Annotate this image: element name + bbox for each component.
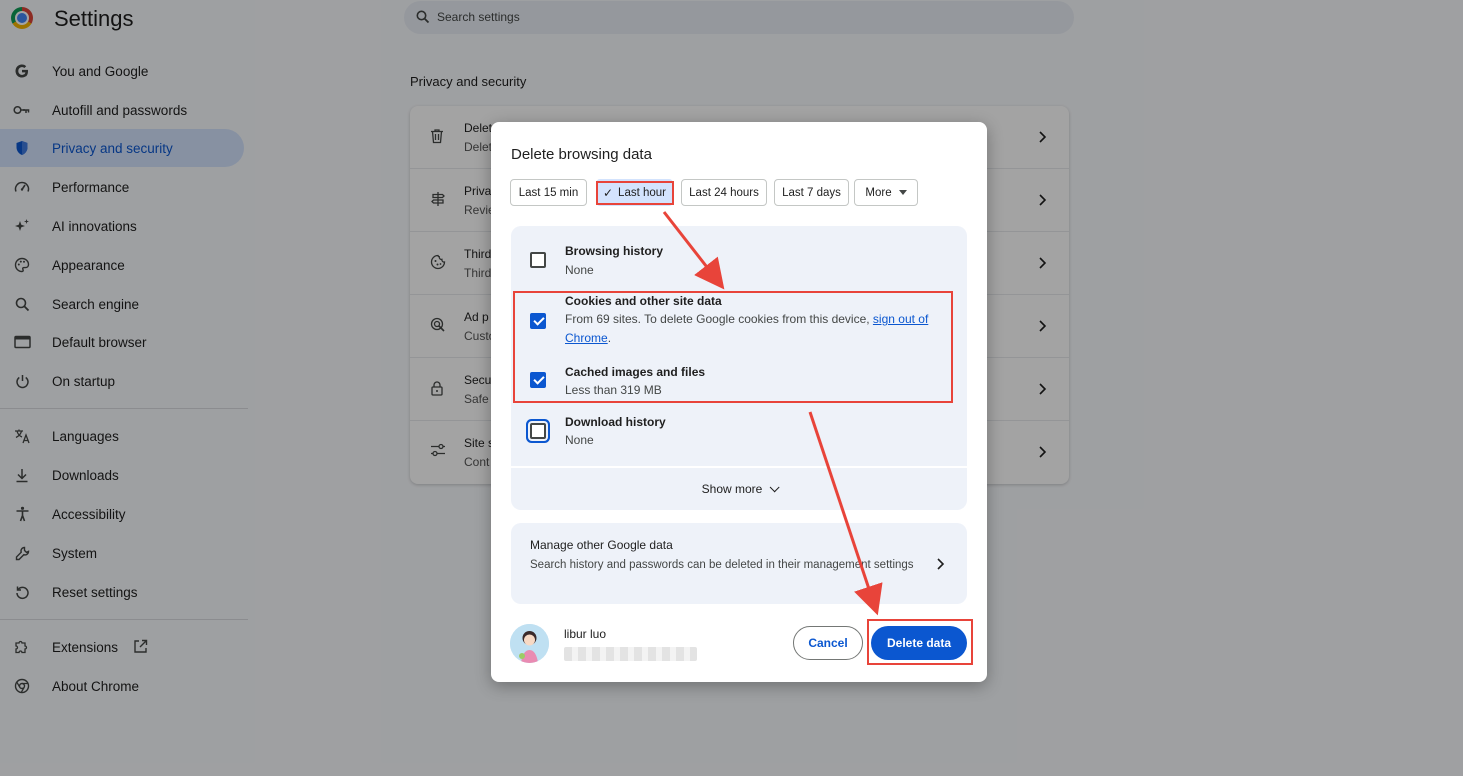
chip-last-hour[interactable]: ✓ Last hour (596, 179, 673, 206)
cookies-desc-suffix: . (607, 331, 612, 345)
account-info: libur luo (510, 622, 750, 666)
cached-images-checkbox[interactable] (530, 372, 546, 388)
cookies-checkbox[interactable] (530, 313, 546, 329)
option-desc: From 69 sites. To delete Google cookies … (565, 310, 950, 348)
avatar (510, 624, 549, 663)
account-email-redacted (564, 647, 697, 661)
manage-title: Manage other Google data (530, 538, 673, 552)
delete-data-button[interactable]: Delete data (871, 626, 967, 660)
option-desc: Less than 319 MB (565, 383, 662, 397)
option-title: Browsing history (565, 244, 664, 258)
browsing-history-checkbox[interactable] (530, 252, 546, 268)
chip-last-15-min[interactable]: Last 15 min (510, 179, 587, 206)
delete-browsing-data-dialog: Delete browsing data Last 15 min ✓ Last h… (491, 122, 987, 682)
chip-last-24-hours[interactable]: Last 24 hours (681, 179, 767, 206)
data-type-list: Browsing history None Cookies and other … (511, 226, 967, 466)
option-title: Cookies and other site data (565, 294, 722, 308)
option-desc: None (565, 433, 594, 447)
chip-label: Last hour (618, 186, 666, 199)
chip-last-7-days[interactable]: Last 7 days (774, 179, 849, 206)
manage-desc: Search history and passwords can be dele… (530, 559, 914, 571)
option-title: Download history (565, 415, 666, 429)
account-name: libur luo (564, 627, 607, 641)
dialog-title: Delete browsing data (511, 146, 652, 163)
show-more-label: Show more (701, 482, 763, 496)
download-history-checkbox[interactable] (530, 423, 546, 439)
option-title: Cached images and files (565, 365, 706, 379)
chip-label: Last 7 days (782, 186, 841, 199)
caret-down-icon (898, 190, 907, 195)
chip-label: Last 15 min (518, 186, 579, 199)
checkmark-icon: ✓ (602, 185, 614, 200)
chip-label: Last 24 hours (689, 186, 759, 199)
manage-google-data[interactable]: Manage other Google data Search history … (511, 523, 967, 604)
cookies-desc-text: From 69 sites. To delete Google cookies … (565, 312, 873, 326)
chevron-right-icon (937, 558, 945, 570)
option-desc: None (565, 263, 594, 277)
chip-more[interactable]: More (854, 179, 918, 206)
cancel-button[interactable]: Cancel (793, 626, 863, 660)
chip-label: More (865, 186, 892, 199)
show-more-button[interactable]: Show more (511, 466, 967, 510)
chevron-down-icon (770, 481, 780, 492)
